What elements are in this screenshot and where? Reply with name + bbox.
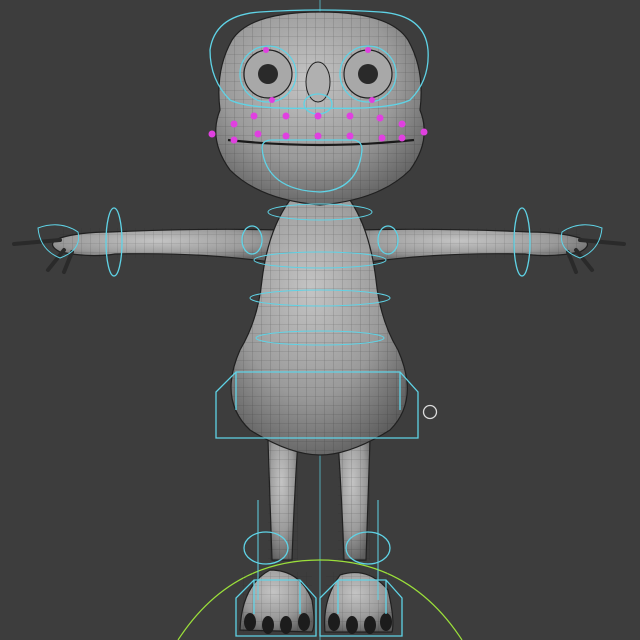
legs <box>267 439 371 561</box>
viewport-pivot-icon[interactable] <box>422 404 438 420</box>
viewport-canvas[interactable] <box>0 0 640 640</box>
3d-viewport[interactable] <box>0 0 640 640</box>
